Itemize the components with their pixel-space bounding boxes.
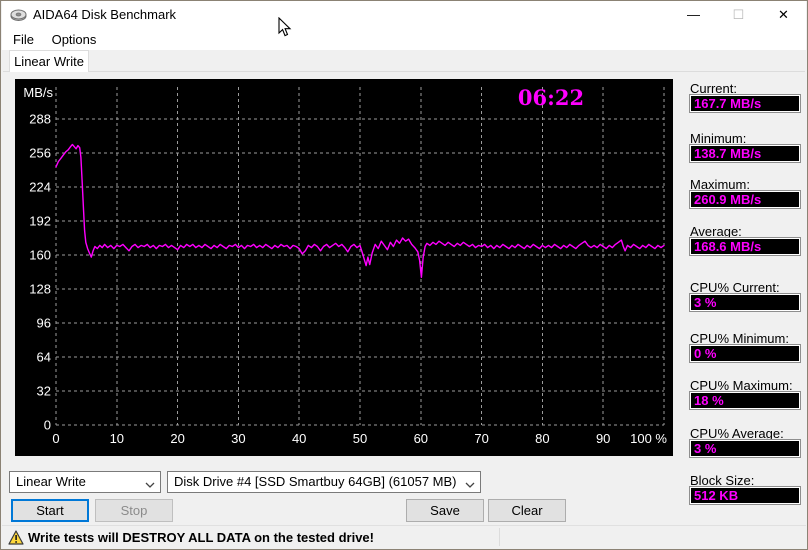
- elapsed-time-label: 06:22: [518, 85, 584, 110]
- status-message: Write tests will DESTROY ALL DATA on the…: [28, 530, 374, 545]
- drive-select[interactable]: Disk Drive #4 [SSD Smartbuy 64GB] (61057…: [167, 471, 481, 493]
- svg-text:64: 64: [37, 350, 51, 365]
- window-title: AIDA64 Disk Benchmark: [33, 7, 177, 22]
- svg-text:MB/s: MB/s: [23, 85, 53, 100]
- svg-text:96: 96: [37, 316, 51, 331]
- status-bar-divider: [499, 528, 500, 546]
- svg-text:50: 50: [353, 431, 367, 446]
- stats-panel: Current: 167.7 MB/s Minimum: 138.7 MB/s Maxi…: [689, 79, 801, 509]
- svg-text:60: 60: [414, 431, 428, 446]
- menu-file[interactable]: File: [6, 29, 41, 50]
- svg-text:32: 32: [37, 384, 51, 399]
- svg-text:40: 40: [292, 431, 306, 446]
- stat-value: 18 %: [691, 393, 799, 408]
- minimize-icon: —: [687, 7, 700, 22]
- chevron-down-icon: [141, 474, 158, 490]
- title-bar: AIDA64 Disk Benchmark — ☐ ✕: [2, 1, 806, 29]
- svg-text:20: 20: [170, 431, 184, 446]
- benchmark-chart: 288 256 224 192 160 128 96 64 32 00 10 20 30 40 50 60 70…: [15, 79, 673, 456]
- svg-text:224: 224: [29, 180, 51, 195]
- test-type-select[interactable]: Linear Write: [9, 471, 161, 493]
- stat-value: 167.7 MB/s: [691, 96, 799, 111]
- svg-text:192: 192: [29, 214, 51, 229]
- save-button[interactable]: Save: [406, 499, 484, 522]
- stat-value-box: 168.6 MB/s: [689, 237, 801, 256]
- svg-text:70: 70: [474, 431, 488, 446]
- menu-options[interactable]: Options: [45, 29, 104, 50]
- app-window: AIDA64 Disk Benchmark — ☐ ✕ File Options…: [0, 0, 808, 550]
- stop-button[interactable]: Stop: [95, 499, 173, 522]
- maximize-icon: ☐: [732, 7, 745, 22]
- stat-value-box: 138.7 MB/s: [689, 144, 801, 163]
- stat-value-box: 3 %: [689, 439, 801, 458]
- minimize-button[interactable]: —: [671, 1, 716, 29]
- tab-linear-write[interactable]: Linear Write: [9, 50, 89, 72]
- menu-bar: File Options: [2, 29, 806, 50]
- stat-value-box: 18 %: [689, 391, 801, 410]
- warning-icon: [8, 530, 24, 545]
- maximize-button[interactable]: ☐: [716, 1, 761, 29]
- tab-strip-line: [3, 71, 805, 72]
- stat-value-box: 260.9 MB/s: [689, 190, 801, 209]
- start-button[interactable]: Start: [11, 499, 89, 522]
- svg-text:160: 160: [29, 248, 51, 263]
- stat-value: 168.6 MB/s: [691, 239, 799, 254]
- svg-text:128: 128: [29, 282, 51, 297]
- stat-value: 512 KB: [691, 488, 799, 503]
- stat-value: 0 %: [691, 346, 799, 361]
- svg-text:0: 0: [52, 431, 59, 446]
- stat-value-box: 3 %: [689, 293, 801, 312]
- stat-value: 138.7 MB/s: [691, 146, 799, 161]
- mouse-cursor: [278, 17, 292, 37]
- stat-value-box: 0 %: [689, 344, 801, 363]
- test-type-value: Linear Write: [16, 474, 86, 489]
- drive-value: Disk Drive #4 [SSD Smartbuy 64GB] (61057…: [174, 474, 457, 489]
- status-bar: Write tests will DESTROY ALL DATA on the…: [2, 525, 806, 548]
- svg-text:256: 256: [29, 146, 51, 161]
- stat-value-box: 512 KB: [689, 486, 801, 505]
- stat-value: 3 %: [691, 441, 799, 456]
- close-icon: ✕: [778, 7, 789, 22]
- svg-text:30: 30: [231, 431, 245, 446]
- stat-value: 260.9 MB/s: [691, 192, 799, 207]
- svg-text:100 %: 100 %: [630, 431, 667, 446]
- chevron-down-icon: [461, 474, 478, 490]
- disk-app-icon: [10, 9, 27, 21]
- clear-button[interactable]: Clear: [488, 499, 566, 522]
- stat-value-box: 167.7 MB/s: [689, 94, 801, 113]
- svg-text:90: 90: [596, 431, 610, 446]
- svg-text:10: 10: [110, 431, 124, 446]
- svg-text:0: 0: [44, 418, 51, 433]
- svg-text:80: 80: [535, 431, 549, 446]
- close-button[interactable]: ✕: [761, 1, 806, 29]
- svg-text:288: 288: [29, 112, 51, 127]
- stat-value: 3 %: [691, 295, 799, 310]
